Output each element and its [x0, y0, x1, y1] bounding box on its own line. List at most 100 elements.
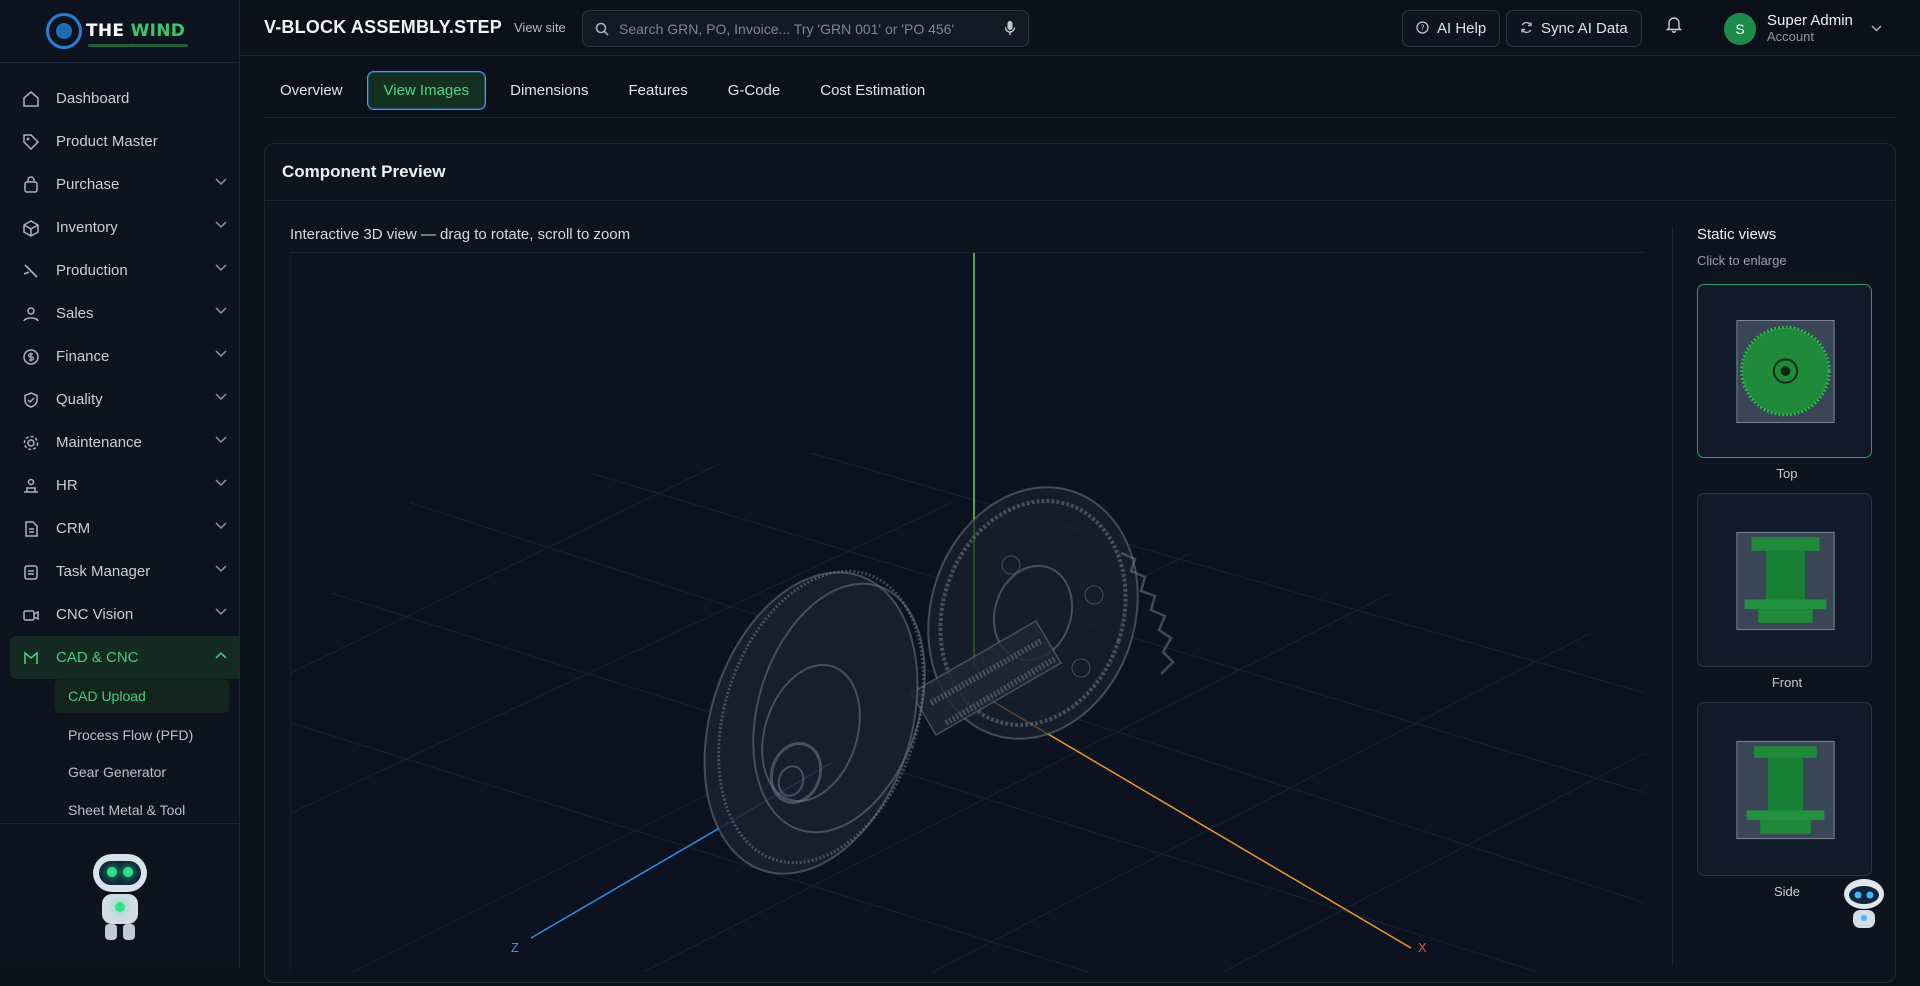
search-icon — [595, 22, 609, 36]
sidebar-item-task-manager[interactable]: Task Manager — [0, 550, 239, 593]
sidebar-item-label: Product Master — [56, 133, 158, 150]
robot-mascot-icon — [85, 846, 155, 946]
3d-viewer-canvas[interactable]: Z X — [290, 252, 1644, 972]
z-axis-label: Z — [511, 940, 519, 955]
ai-help-button[interactable]: ? AI Help — [1402, 10, 1501, 47]
clipboard-icon — [22, 563, 40, 581]
dollar-icon — [22, 348, 40, 366]
global-search[interactable] — [582, 10, 1029, 47]
sidebar-item-purchase[interactable]: Purchase — [0, 163, 239, 206]
tag-icon — [22, 133, 40, 151]
box-icon — [22, 219, 40, 237]
viewer-area: Interactive 3D view — drag to rotate, sc… — [290, 226, 1644, 986]
static-view-caption: Top — [1776, 466, 1798, 481]
sync-ai-data-button[interactable]: Sync AI Data — [1506, 10, 1642, 47]
panel-divider — [1672, 226, 1673, 966]
brand-underline — [88, 44, 188, 47]
brand-logo[interactable]: THE WIND — [0, 0, 239, 63]
sidebar-item-product-master[interactable]: Product Master — [0, 120, 239, 163]
static-views-panel: Static views Click to enlarge Top Front Si… — [1697, 226, 1877, 911]
gear-logo-icon — [46, 13, 82, 49]
sidebar-item-sales[interactable]: Sales — [0, 292, 239, 335]
gear-assembly-model[interactable] — [668, 460, 1175, 902]
sidebar-item-label: Production — [56, 262, 128, 279]
sidebar-nav: Dashboard Product Master Purchase Inventory… — [0, 63, 239, 829]
x-axis-label: X — [1418, 940, 1427, 955]
bag-icon — [22, 175, 40, 194]
bell-icon[interactable] — [1665, 16, 1683, 38]
sidebar-item-label: Quality — [56, 391, 103, 408]
brand-name: THE WIND — [86, 21, 186, 41]
page-title: V-BLOCK ASSEMBLY.STEP — [264, 17, 502, 37]
tab-features[interactable]: Features — [613, 71, 704, 110]
sidebar-item-maintenance[interactable]: Maintenance — [0, 421, 239, 464]
sidebar-item-cnc-vision[interactable]: CNC Vision — [0, 593, 239, 636]
tab-dimensions[interactable]: Dimensions — [494, 71, 604, 110]
user-name: Super Admin — [1767, 12, 1853, 30]
sidebar-item-label: Finance — [56, 348, 110, 365]
static-view-caption: Front — [1771, 675, 1803, 690]
chevron-down-icon — [215, 564, 227, 576]
sidebar-item-inventory[interactable]: Inventory — [0, 206, 239, 249]
sidebar-item-crm[interactable]: CRM — [0, 507, 239, 550]
avatar: S — [1724, 12, 1756, 45]
sidebar-item-label: Purchase — [56, 176, 120, 193]
tab-g-code[interactable]: G-Code — [712, 71, 797, 110]
users-icon — [22, 305, 40, 323]
detail-tabs: Overview View Images Dimensions Features G-C… — [264, 71, 1896, 118]
sidebar-item-label: CAD & CNC — [56, 649, 139, 666]
chevron-down-icon — [215, 349, 227, 361]
tab-overview[interactable]: Overview — [264, 71, 359, 110]
ai-assistant-robot-icon[interactable] — [1834, 870, 1894, 940]
microphone-icon[interactable] — [1004, 20, 1016, 39]
tab-view-images[interactable]: View Images — [366, 71, 487, 110]
sidebar-item-finance[interactable]: Finance — [0, 335, 239, 378]
view-site-link[interactable]: View site — [514, 20, 566, 35]
static-view-thumbnail[interactable] — [1697, 493, 1872, 667]
sidebar-item-dashboard[interactable]: Dashboard — [0, 77, 239, 120]
static-view-list: Top Front Side — [1697, 284, 1877, 911]
card-title: Component Preview — [265, 144, 1895, 201]
sidebar-item-quality[interactable]: Quality — [0, 378, 239, 421]
3d-scene[interactable]: Z X — [291, 253, 1644, 972]
static-views-hint: Click to enlarge — [1697, 253, 1787, 268]
gear-icon — [22, 434, 40, 452]
static-view-thumbnail[interactable] — [1697, 284, 1872, 458]
sidebar-item-label: CNC Vision — [56, 606, 134, 623]
chevron-down-icon — [215, 220, 227, 232]
chevron-down-icon — [215, 607, 227, 619]
chevron-down-icon — [215, 521, 227, 533]
sidebar-item-label: Sales — [56, 305, 94, 322]
sidebar-item-label: Maintenance — [56, 434, 142, 451]
sidebar-item-label: CRM — [56, 520, 91, 537]
component-preview-card: Component Preview Interactive 3D view — … — [264, 143, 1896, 983]
people-icon — [22, 477, 40, 495]
sync-label: Sync AI Data — [1541, 20, 1628, 37]
cad-cnc-submenu: CAD Upload Process Flow (PFD) Gear Generat… — [0, 679, 239, 829]
ai-help-label: AI Help — [1437, 20, 1487, 37]
static-view-thumbnail[interactable] — [1697, 702, 1872, 876]
tab-cost-estimation[interactable]: Cost Estimation — [804, 71, 941, 110]
static-view-front[interactable]: Front — [1697, 493, 1877, 702]
user-menu[interactable]: S Super Admin Account — [1724, 10, 1882, 47]
sidebar-subitem-cad-upload[interactable]: CAD Upload — [54, 679, 229, 713]
file-icon — [22, 520, 40, 538]
x-axis-line — [986, 697, 1412, 949]
search-input[interactable] — [619, 20, 999, 37]
sidebar-subitem-gear-generator[interactable]: Gear Generator — [54, 754, 229, 792]
sidebar-item-production[interactable]: Production — [0, 249, 239, 292]
chevron-down-icon — [215, 435, 227, 447]
sidebar-item-cad-cnc[interactable]: CAD & CNC — [10, 636, 239, 679]
hammer-icon — [22, 262, 40, 280]
chevron-down-icon — [215, 306, 227, 318]
viewer-instructions: Interactive 3D view — drag to rotate, sc… — [290, 226, 631, 243]
cad-icon — [22, 649, 40, 667]
chevron-down-icon — [215, 263, 227, 275]
help-circle-icon: ? — [1416, 20, 1429, 37]
sidebar-item-label: Dashboard — [56, 90, 130, 107]
chevron-down-icon — [215, 392, 227, 404]
sidebar-item-hr[interactable]: HR — [0, 464, 239, 507]
static-view-top[interactable]: Top — [1697, 284, 1877, 493]
sidebar-subitem-process-flow-pfd[interactable]: Process Flow (PFD) — [54, 716, 229, 754]
static-views-title: Static views — [1697, 226, 1777, 243]
